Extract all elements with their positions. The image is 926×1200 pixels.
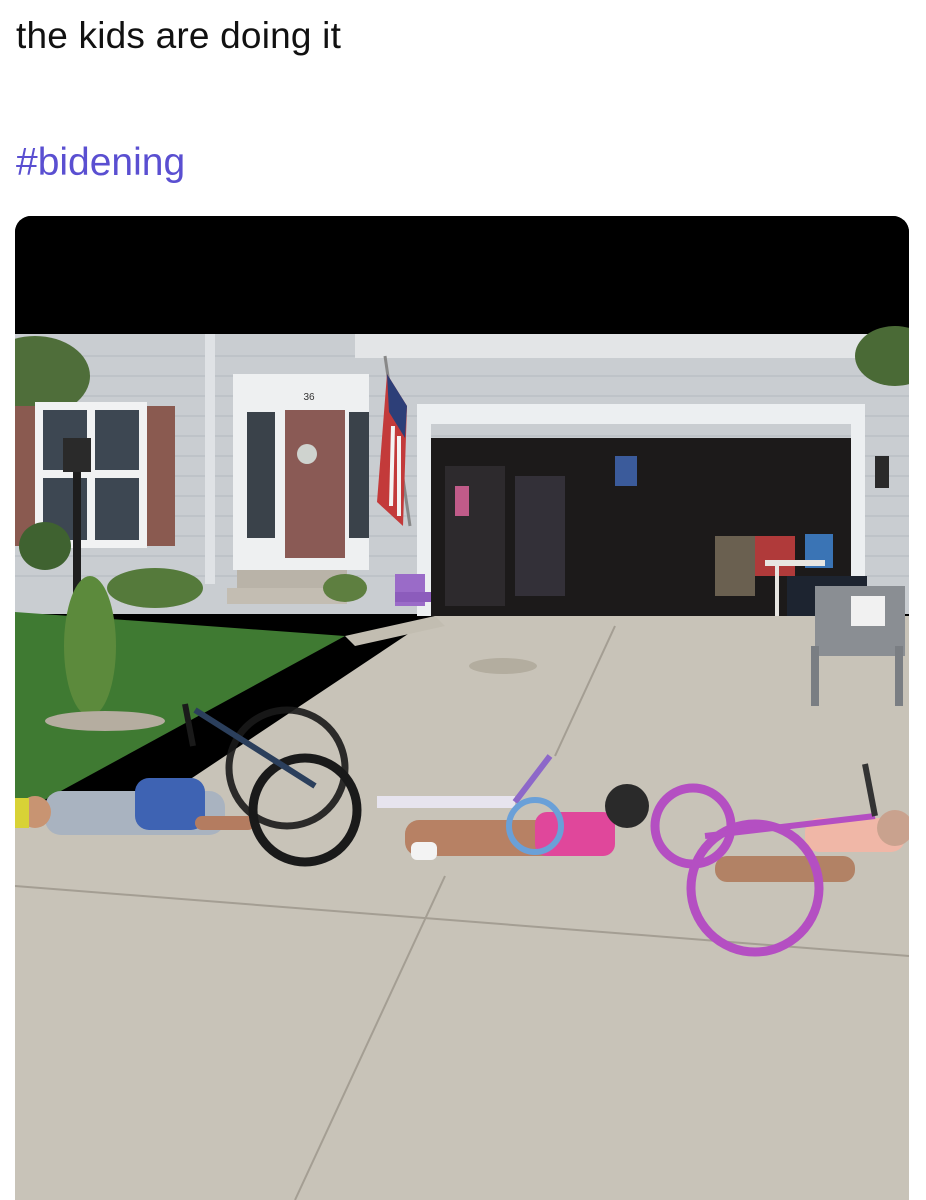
post-text: the kids are doing it [16,15,342,56]
post-photo[interactable]: 36 [15,216,909,1200]
house-number: 36 [303,392,315,403]
photo-black-band [15,216,909,334]
hashtag-link[interactable]: #bidening [16,140,185,187]
garage-header [417,404,865,424]
front-door [285,410,345,558]
photo-scene: 36 [15,216,909,1200]
shutter [147,406,175,546]
bush [19,522,71,570]
